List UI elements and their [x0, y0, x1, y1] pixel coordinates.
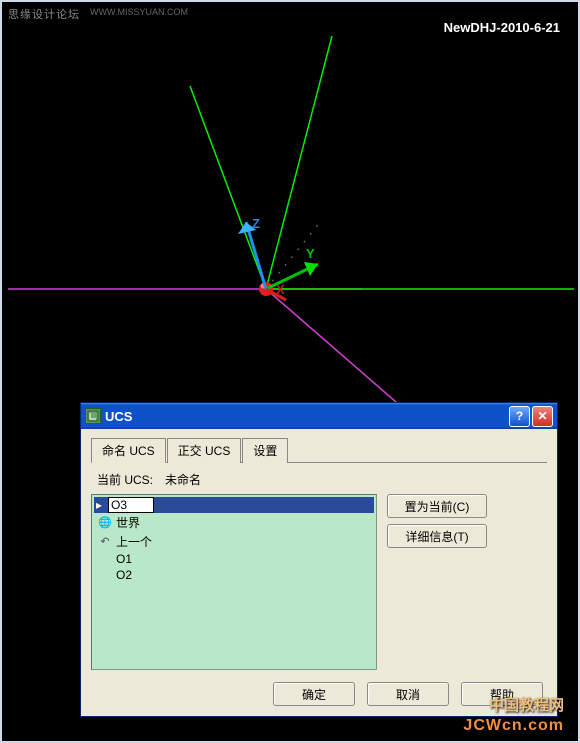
tab-strip: 命名 UCS 正交 UCS 设置 — [91, 437, 547, 463]
list-item-label: 上一个 — [116, 533, 152, 550]
list-item-previous[interactable]: ↶ 上一个 — [94, 532, 374, 551]
watermark-text-bottom-1: 中国教程网 — [489, 694, 564, 715]
titlebar-help-button[interactable]: ? — [509, 406, 530, 427]
details-button[interactable]: 详细信息(T) — [387, 524, 487, 548]
ucs-dialog: UCS ? ✕ 命名 UCS 正交 UCS 设置 当前 UCS: 未命名 ▸ 🌐… — [80, 402, 558, 717]
current-marker-icon: ▸ — [94, 498, 104, 512]
watermark-text-bottom-2: JCWcn.com — [463, 717, 564, 735]
ok-button[interactable]: 确定 — [273, 682, 355, 706]
list-item-o2[interactable]: O2 — [112, 567, 374, 583]
dialog-title: UCS — [105, 409, 509, 424]
list-item-world[interactable]: 🌐 世界 — [94, 513, 374, 532]
axis-label-x: X — [276, 282, 285, 297]
titlebar-close-button[interactable]: ✕ — [532, 406, 553, 427]
list-item-label: 世界 — [116, 514, 140, 531]
axis-label-z: Z — [252, 216, 260, 231]
tab-ortho-ucs[interactable]: 正交 UCS — [167, 438, 242, 463]
previous-icon: ↶ — [98, 535, 112, 549]
list-item-o1[interactable]: O1 — [112, 551, 374, 567]
ucs-listbox[interactable]: ▸ 🌐 世界 ↶ 上一个 O1 O2 — [91, 494, 377, 670]
current-ucs-label: 当前 UCS: 未命名 — [97, 471, 547, 488]
cancel-button[interactable]: 取消 — [367, 682, 449, 706]
globe-icon: 🌐 — [98, 516, 112, 530]
tab-settings[interactable]: 设置 — [242, 438, 288, 463]
ucs-name-input[interactable] — [108, 497, 154, 513]
list-item-label: O2 — [116, 568, 132, 582]
dialog-icon — [85, 408, 101, 424]
set-current-button[interactable]: 置为当前(C) — [387, 494, 487, 518]
list-item-editing[interactable]: ▸ — [94, 497, 374, 513]
list-item-label: O1 — [116, 552, 132, 566]
axis-label-y: Y — [306, 246, 315, 261]
tab-named-ucs[interactable]: 命名 UCS — [91, 438, 166, 463]
dialog-titlebar[interactable]: UCS ? ✕ — [81, 403, 557, 429]
